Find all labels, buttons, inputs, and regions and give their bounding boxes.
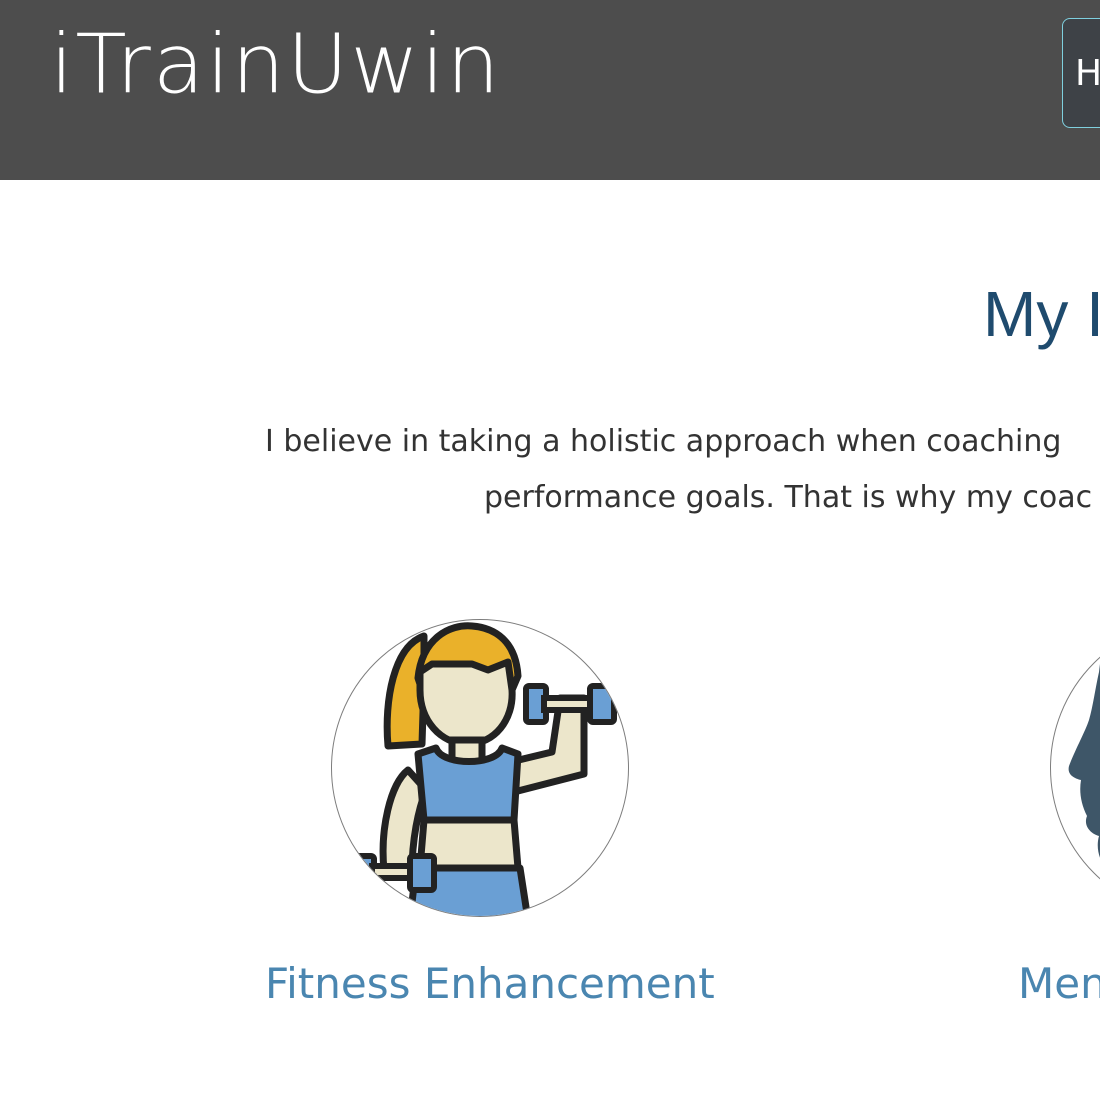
mental-feature-image[interactable] [1050,619,1100,917]
woman-lifting-dumbbell-icon [351,622,617,916]
feature-label-mental[interactable]: Men [1018,963,1100,1005]
intro-paragraph: I believe in taking a holistic approach … [0,414,1100,524]
page: iTrainUwin H My I I believe in taking a … [0,0,1100,1100]
site-header: iTrainUwin H [0,0,1100,180]
fitness-feature-image[interactable] [331,619,629,917]
site-logo[interactable]: iTrainUwin [50,23,502,105]
feature-label-fitness[interactable]: Fitness Enhancement [265,963,715,1005]
section-title: My I [983,278,1100,350]
intro-line: performance goals. That is why my coac [484,480,1093,515]
intro-line: I believe in taking a holistic approach … [265,424,1062,459]
nav-home-button[interactable]: H [1062,18,1100,128]
head-profile-icon [1068,664,1100,858]
